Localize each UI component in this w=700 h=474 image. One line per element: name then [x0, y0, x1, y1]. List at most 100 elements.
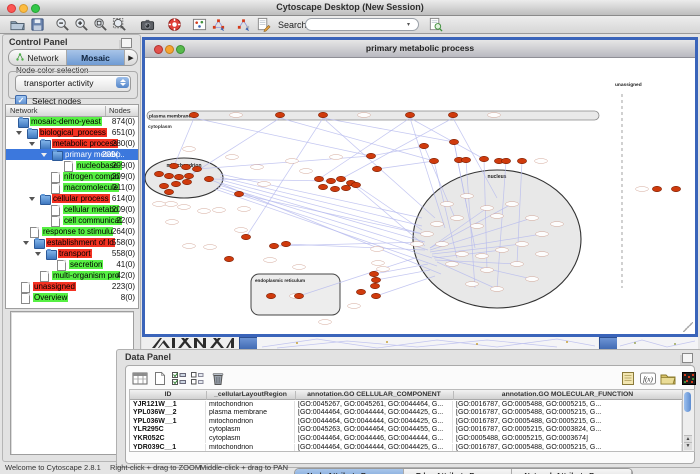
network-canvas[interactable]: plasma membranecytoplasmmitochondrionnuc… [145, 58, 689, 328]
network-node[interactable] [449, 139, 458, 144]
tree-row-cellular-metabo[interactable]: cellular metabo209(0) [6, 204, 138, 215]
network-node[interactable] [182, 179, 191, 184]
network-node[interactable] [479, 156, 488, 161]
tree-row-response-to-stimulu[interactable]: response to stimulu264(0) [6, 226, 138, 237]
network-node[interactable] [356, 289, 365, 294]
search-dropdown-arrow-icon[interactable]: ▾ [407, 21, 410, 28]
zoom-out-icon[interactable] [55, 17, 70, 32]
network-node[interactable] [419, 143, 428, 148]
table-row[interactable]: YDR039C__1mitochondrion[GO:0044464, GO:0… [130, 443, 682, 452]
destroy-network-view-icon[interactable] [236, 17, 251, 32]
network-node[interactable] [269, 243, 278, 248]
network-node[interactable] [366, 153, 375, 158]
network-node[interactable] [405, 112, 414, 117]
tree-row-nucleobase-[interactable]: nucleobase-209(0) [6, 160, 138, 171]
zoom-selected-region-icon[interactable] [93, 17, 108, 32]
network-node[interactable] [371, 293, 380, 298]
column-header[interactable]: annotation.GO MOLECULAR_FUNCTION [453, 391, 683, 400]
network-node[interactable] [314, 176, 323, 181]
matrix-icon[interactable] [681, 371, 697, 386]
float-panel-icon[interactable] [121, 38, 132, 48]
function-builder-icon[interactable]: f(x) [640, 371, 656, 386]
network-node[interactable] [671, 186, 680, 191]
network-node[interactable] [351, 182, 360, 187]
expand-arrow-icon[interactable] [41, 153, 47, 157]
network-node[interactable] [224, 256, 233, 261]
annotation-icon[interactable] [256, 17, 271, 32]
network-node[interactable] [461, 157, 470, 162]
tree-row-primary-metabo[interactable]: primary metabo209(... [6, 149, 138, 160]
tree-header-network[interactable]: Network [10, 106, 38, 115]
network-node[interactable] [652, 186, 661, 191]
network-node[interactable] [372, 166, 381, 171]
network-node[interactable] [189, 112, 198, 117]
network-node[interactable] [241, 234, 250, 239]
table-row[interactable]: YPL036W__1mitochondrion[GO:0044464, GO:0… [130, 417, 682, 426]
import-attributes-icon[interactable] [660, 371, 676, 386]
network-node[interactable] [371, 277, 380, 282]
network-node[interactable] [341, 185, 350, 190]
column-header[interactable]: ID [130, 391, 207, 400]
table-scrollbar[interactable]: ▲ ▼ [682, 389, 695, 452]
network-node[interactable] [174, 174, 183, 179]
network-node[interactable] [159, 183, 168, 188]
table-row[interactable]: YLR295Ccytoplasm[GO:0045263, GO:0044464,… [130, 426, 682, 435]
tree-row-macromolecule[interactable]: macromolecule311(0) [6, 182, 138, 193]
tree-row-mosaic-demo-yeast[interactable]: mosaic-demo-yeast874(0) [6, 116, 138, 127]
network-node[interactable] [164, 173, 173, 178]
new-attribute-icon[interactable] [152, 371, 168, 386]
expand-arrow-icon[interactable] [23, 241, 29, 245]
network-node[interactable] [370, 283, 379, 288]
network-node[interactable] [517, 158, 526, 163]
column-header[interactable]: _cellularLayoutRegion [206, 391, 296, 400]
tree-row-biological-process[interactable]: biological_process651(0) [6, 127, 138, 138]
tree-row-overview[interactable]: Overview8(0) [6, 292, 138, 303]
tab-mosaic[interactable]: Mosaic [67, 50, 125, 65]
network-node[interactable] [326, 178, 335, 183]
search-input[interactable] [305, 18, 419, 31]
network-node[interactable] [330, 186, 339, 191]
network-frame-titlebar[interactable]: primary metabolic process [145, 40, 695, 58]
network-node[interactable] [336, 176, 345, 181]
create-network-view-icon[interactable] [211, 17, 226, 32]
network-node[interactable] [184, 173, 193, 178]
network-node[interactable] [266, 293, 275, 298]
network-node[interactable] [281, 241, 290, 246]
resize-grip[interactable] [683, 322, 693, 332]
network-node[interactable] [501, 158, 510, 163]
network-node[interactable] [369, 271, 378, 276]
network-node[interactable] [204, 176, 213, 181]
save-session-icon[interactable] [30, 17, 45, 32]
attribute-table-icon[interactable] [132, 371, 148, 386]
network-node[interactable] [234, 191, 243, 196]
expand-arrow-icon[interactable] [16, 131, 22, 135]
network-node[interactable] [164, 189, 173, 194]
scrollbar-thumb[interactable] [684, 392, 691, 412]
tree-header-nodes[interactable]: Nodes [105, 106, 131, 116]
table-row[interactable]: YJR121W__1mitochondrion[GO:0045267, GO:0… [130, 400, 682, 409]
network-node[interactable] [448, 112, 457, 117]
expand-arrow-icon[interactable] [35, 252, 41, 256]
network-node[interactable] [181, 164, 190, 169]
node-color-dropdown[interactable]: transporter activity [15, 75, 131, 92]
network-node[interactable] [294, 293, 303, 298]
network-node[interactable] [171, 181, 180, 186]
network-node[interactable] [169, 163, 178, 168]
help-icon[interactable] [167, 17, 182, 32]
scroll-down-icon[interactable]: ▼ [684, 442, 692, 450]
expand-arrow-icon[interactable] [29, 197, 35, 201]
table-row[interactable]: YPL036W__2plasma membrane[GO:0044464, GO… [130, 409, 682, 418]
select-attributes-icon[interactable] [171, 371, 187, 386]
birdseye-view-icon[interactable] [192, 17, 207, 32]
notepad-icon[interactable] [620, 371, 636, 386]
tree-row-multi-organism-pro[interactable]: multi-organism pro42(0) [6, 270, 138, 281]
float-data-panel-icon[interactable] [682, 353, 693, 363]
attribute-table[interactable]: ID_cellularLayoutRegionannotation.GO CEL… [129, 389, 683, 452]
tab-network[interactable]: Network [9, 50, 67, 65]
network-node[interactable] [275, 112, 284, 117]
open-session-icon[interactable] [10, 17, 25, 32]
network-node[interactable] [192, 166, 201, 171]
tree-row-secretion[interactable]: secretion41(0) [6, 259, 138, 270]
more-tabs-arrow-icon[interactable]: ▶ [125, 50, 137, 65]
snapshot-icon[interactable] [140, 17, 155, 32]
